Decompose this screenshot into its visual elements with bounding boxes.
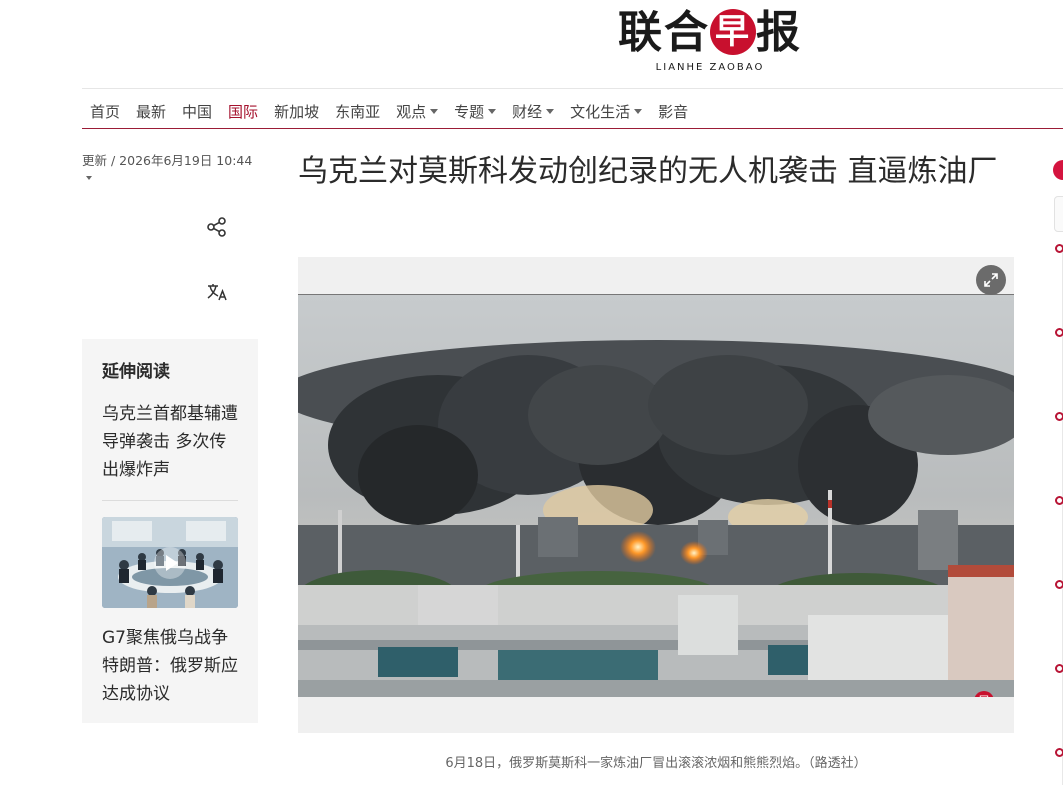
logo-chinese: 联合早报	[618, 7, 802, 58]
nav-culture-life[interactable]: 文化生活	[562, 101, 650, 122]
share-button[interactable]	[204, 214, 230, 240]
nav-finance[interactable]: 财经	[504, 101, 562, 122]
nav-singapore[interactable]: 新加坡	[266, 101, 327, 122]
header-divider	[82, 88, 1063, 89]
nav-divider	[82, 128, 1063, 129]
rail-box[interactable]	[1054, 196, 1063, 232]
nav-southeast-asia[interactable]: 东南亚	[327, 101, 388, 122]
nav-video[interactable]: 影音	[650, 101, 696, 122]
timeline-dot[interactable]	[1055, 664, 1063, 673]
expand-button[interactable]	[976, 265, 1006, 295]
nav-latest[interactable]: 最新	[128, 101, 174, 122]
related-heading: 延伸阅读	[102, 362, 170, 382]
nav-china[interactable]: 中国	[174, 101, 220, 122]
logo-english: LIANHE ZAOBAO	[655, 62, 765, 73]
chevron-down-icon	[634, 108, 643, 114]
divider	[102, 500, 238, 501]
chevron-down-icon	[546, 108, 555, 114]
site-logo[interactable]: 联合早报 LIANHE ZAOBAO	[600, 6, 820, 80]
updated-timestamp: 更新 / 2026年6月19日 10:44	[82, 153, 253, 168]
main-nav: 首页 最新 中国 国际 新加坡 东南亚 观点 专题 财经 文化生活 影音	[82, 96, 696, 126]
chevron-down-icon	[488, 108, 497, 114]
timeline-dot[interactable]	[1055, 244, 1063, 253]
chevron-down-icon	[430, 108, 439, 114]
nav-topics[interactable]: 专题	[446, 101, 504, 122]
timeline-dot[interactable]	[1055, 496, 1063, 505]
article-photo[interactable]: 早	[298, 295, 1014, 697]
timeline-dot[interactable]	[1055, 580, 1063, 589]
logo-seal: 早	[710, 9, 756, 55]
related-link[interactable]: 乌克兰首都基辅遭导弹袭击 多次传出爆炸声	[102, 400, 238, 484]
translate-icon	[207, 284, 227, 301]
nav-home[interactable]: 首页	[82, 101, 128, 122]
timeline-dot[interactable]	[1055, 748, 1063, 757]
play-icon	[154, 547, 186, 579]
photo-caption: 6月18日，俄罗斯莫斯科一家炼油厂冒出滚滚浓烟和熊熊烈焰。（路透社）	[445, 756, 867, 771]
translate-button[interactable]	[204, 280, 230, 306]
related-video-thumbnail[interactable]	[102, 517, 238, 608]
related-reading: 延伸阅读 乌克兰首都基辅遭导弹袭击 多次传出爆炸声 G7聚焦俄乌战争 特朗普：俄…	[82, 339, 258, 723]
article-headline: 乌克兰对莫斯科发动创纪录的无人机袭击 直逼炼油厂	[298, 154, 998, 189]
rail-badge[interactable]	[1053, 160, 1063, 180]
expand-icon	[984, 273, 998, 287]
timeline-dot[interactable]	[1055, 412, 1063, 421]
article-photo-frame: 早	[298, 257, 1014, 733]
nav-international[interactable]: 国际	[220, 101, 266, 122]
refinery-smoke-photo	[298, 295, 1014, 697]
related-link[interactable]: G7聚焦俄乌战争 特朗普：俄罗斯应达成协议	[102, 624, 238, 708]
chevron-down-icon[interactable]	[86, 176, 92, 180]
timeline-dot[interactable]	[1055, 328, 1063, 337]
share-icon	[207, 217, 226, 237]
nav-opinion[interactable]: 观点	[388, 101, 446, 122]
